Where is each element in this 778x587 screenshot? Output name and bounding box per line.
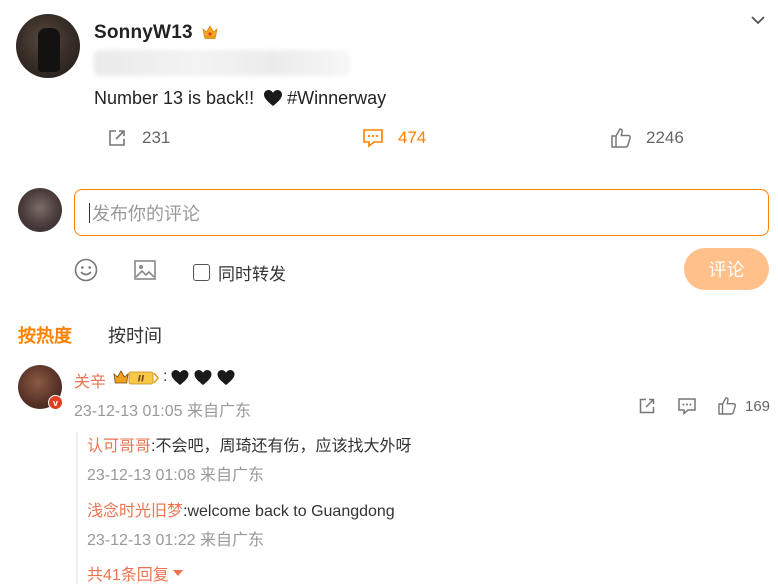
- comment-button[interactable]: 474: [362, 127, 426, 149]
- reply-item: 浅念时光旧梦:welcome back to Guangdong: [87, 497, 395, 521]
- verified-icon: v: [48, 395, 63, 410]
- comment-like-button[interactable]: 169: [717, 396, 770, 416]
- reply-text: :welcome back to Guangdong: [183, 503, 395, 520]
- comment-repost-icon[interactable]: [637, 396, 657, 416]
- reply-author[interactable]: 认可哥哥: [87, 438, 151, 455]
- repost-checkbox[interactable]: 同时转发: [193, 260, 286, 285]
- black-heart-icon: [264, 90, 283, 106]
- commenter-name[interactable]: 关辛: [74, 368, 106, 392]
- post-text: Number 13 is back!! #Winnerway: [94, 88, 386, 109]
- crown-icon: [202, 25, 218, 39]
- reply-author[interactable]: 浅念时光旧梦: [87, 503, 183, 520]
- blurred-info-bar: [94, 50, 350, 76]
- post-text-body: Number 13 is back!!: [94, 88, 260, 108]
- comment-input[interactable]: 发布你的评论: [74, 189, 769, 236]
- rank-badge-icon: II: [113, 370, 160, 385]
- repost-button[interactable]: 231: [106, 127, 170, 149]
- black-heart-icon: [194, 369, 212, 385]
- checkbox-box[interactable]: [193, 264, 210, 281]
- reply-timestamp: 23-12-13 01:08 来自广东: [87, 467, 264, 484]
- emoji-icon[interactable]: [73, 257, 99, 283]
- comment-input-placeholder: 发布你的评论: [92, 203, 200, 224]
- tab-sort-time[interactable]: 按时间: [108, 322, 162, 348]
- author-avatar[interactable]: [16, 14, 80, 78]
- image-icon[interactable]: [132, 257, 158, 283]
- more-replies-label: 共41条回复: [87, 567, 169, 584]
- comment-icon: [363, 129, 383, 148]
- comment-reply-icon[interactable]: [677, 396, 697, 416]
- current-user-avatar: [18, 188, 62, 232]
- tab-sort-hot[interactable]: 按热度: [18, 322, 72, 348]
- black-heart-icon: [171, 369, 189, 385]
- repost-icon: [109, 130, 125, 146]
- black-heart-icon: [217, 369, 235, 385]
- comment-timestamp: 23-12-13 01:05 来自广东: [74, 403, 251, 420]
- repost-checkbox-label: 同时转发: [218, 265, 286, 284]
- like-icon: [611, 128, 631, 148]
- like-icon: [718, 397, 737, 415]
- reply-timestamp: 23-12-13 01:22 来自广东: [87, 532, 264, 549]
- reply-item: 认可哥哥:不会吧，周琦还有伤，应该找大外呀: [87, 432, 411, 456]
- comment-count: 474: [398, 128, 427, 147]
- comment-text-prefix: :: [163, 368, 168, 385]
- hashtag-link[interactable]: #Winnerway: [287, 88, 386, 108]
- reply-text: :不会吧，周琦还有伤，应该找大外呀: [151, 438, 412, 455]
- submit-comment-button[interactable]: 评论: [684, 248, 769, 290]
- comment-text: :: [163, 368, 239, 386]
- chevron-down-icon[interactable]: [748, 12, 768, 28]
- like-count: 2246: [646, 128, 684, 147]
- reply-thread-line: [76, 432, 78, 584]
- author-username[interactable]: SonnyW13: [94, 22, 193, 44]
- triangle-down-icon: [172, 570, 183, 576]
- repost-count: 231: [142, 128, 171, 147]
- text-caret: [89, 202, 90, 223]
- comment-like-count: 169: [745, 397, 771, 415]
- more-replies-link[interactable]: 共41条回复: [87, 561, 183, 585]
- like-button[interactable]: 2246: [610, 127, 684, 149]
- rank-badge-label: II: [138, 375, 145, 385]
